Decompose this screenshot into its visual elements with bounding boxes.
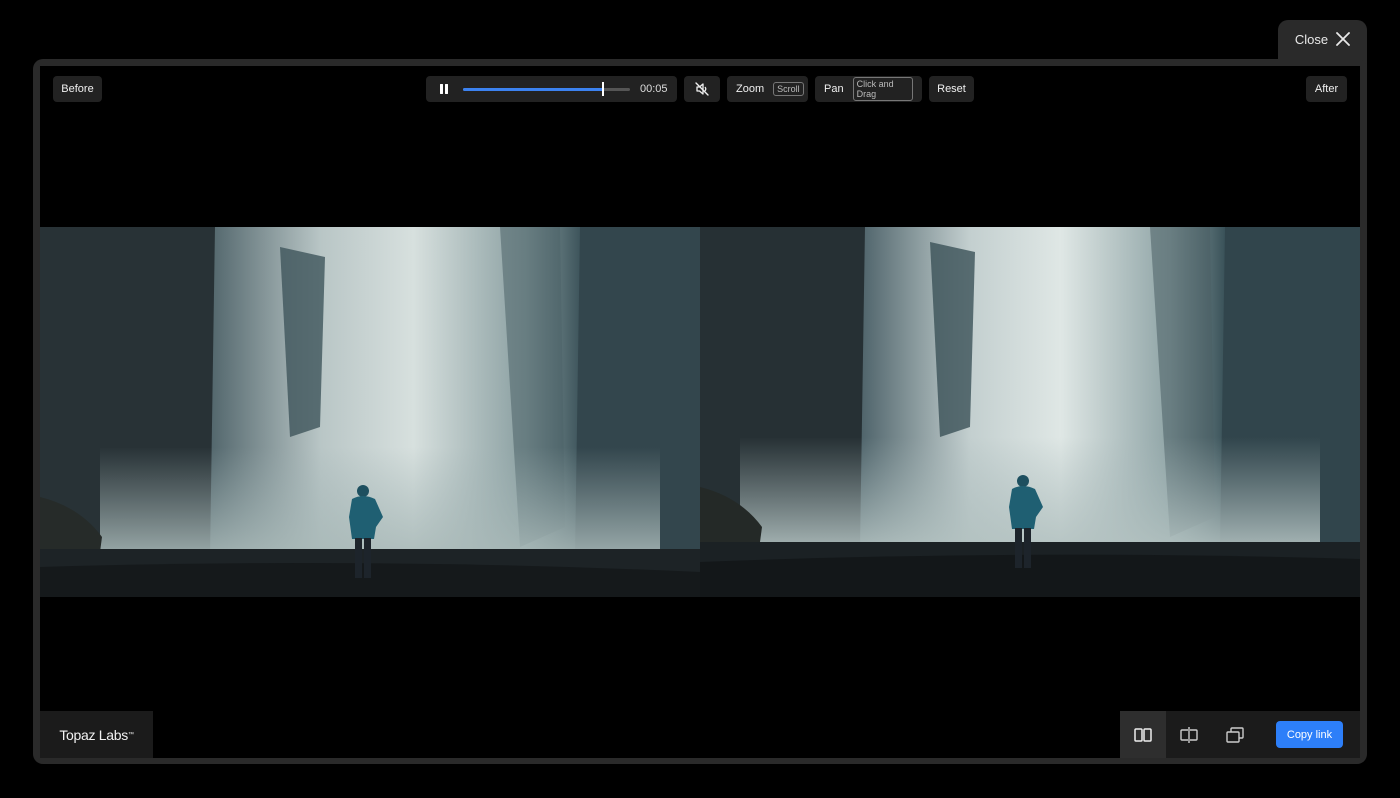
after-video (700, 227, 1360, 597)
pause-icon[interactable] (439, 84, 449, 94)
progress-handle[interactable] (602, 82, 605, 96)
brand-trademark: ™ (127, 731, 134, 738)
topaz-labs-logo: Topaz Labs ™ (40, 711, 153, 758)
after-label: After (1314, 83, 1339, 95)
pan-label: Pan (824, 83, 844, 95)
zoom-hint: Scroll (773, 82, 804, 96)
overlay-button[interactable] (1212, 711, 1258, 758)
close-icon (1336, 32, 1351, 46)
playback-controls: 00:05 (426, 76, 677, 102)
brand-name: Topaz Labs (59, 726, 128, 743)
waterfall-scene-before (40, 227, 700, 597)
pan-hint: Click and Drag (852, 77, 913, 101)
split-slider-button[interactable] (1166, 711, 1212, 758)
progress-fill (463, 88, 604, 91)
before-video (40, 227, 700, 597)
copy-link-button[interactable]: Copy link (1276, 721, 1343, 748)
zoom-button[interactable]: Zoom Scroll (727, 76, 808, 102)
copy-link-label: Copy link (1286, 728, 1333, 741)
view-mode-toolbar: Copy link (1120, 711, 1360, 758)
reset-button[interactable]: Reset (929, 76, 974, 102)
before-label: Before (61, 83, 94, 95)
close-label: Close (1294, 32, 1329, 47)
muted-speaker-icon (695, 82, 709, 96)
overlay-icon (1226, 726, 1244, 743)
waterfall-scene-after (700, 227, 1360, 597)
zoom-label: Zoom (736, 83, 765, 95)
pan-button[interactable]: Pan Click and Drag (815, 76, 922, 102)
before-button[interactable]: Before (53, 76, 102, 102)
side-by-side-button[interactable] (1120, 711, 1166, 758)
progress-track[interactable] (463, 82, 630, 96)
current-time: 00:05 (640, 83, 668, 95)
mute-button[interactable] (684, 76, 720, 102)
split-slider-icon (1180, 726, 1198, 743)
after-button[interactable]: After (1306, 76, 1347, 102)
reset-label: Reset (937, 83, 966, 95)
side-by-side-icon (1134, 727, 1152, 742)
